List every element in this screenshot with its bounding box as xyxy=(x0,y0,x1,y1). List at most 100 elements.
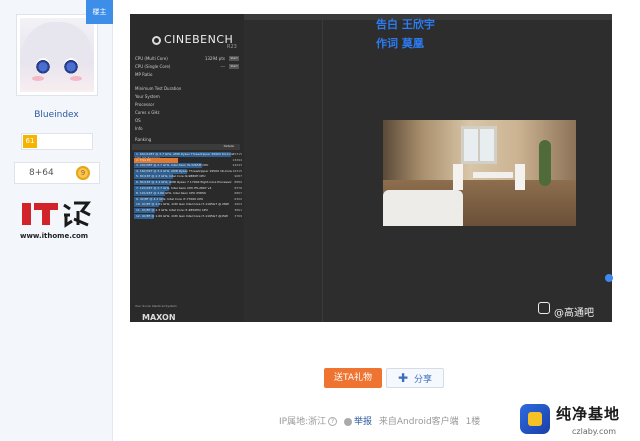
user-stats: 8+64 9 xyxy=(14,162,100,184)
ranking-score: 13294 xyxy=(232,157,242,162)
ranking-details-toggle[interactable]: Details xyxy=(224,144,234,148)
username-link[interactable]: Blueindex xyxy=(0,110,113,120)
ranking-label: 11. 4C/8T @ 2.3 GHz, Intel Core i7-4850H… xyxy=(136,208,208,212)
cinebench-row: Cores x GHz xyxy=(135,110,243,116)
ranking-score: 6867 xyxy=(234,191,242,196)
ranking-row[interactable]: 1. 64C/128T @ 2.7 GHz, AMD Ryzen Threadr… xyxy=(134,152,242,157)
cinebench-row-label: Cores x GHz xyxy=(135,110,160,115)
ranking-label: 9. 4C/8T @ 4.2 GHz, Intel Core i7-7700K … xyxy=(136,196,204,201)
ranking-row[interactable]: 6. 8C/16T @ 3.4 GHz, AMD Ryzen 7 1700X E… xyxy=(134,180,242,185)
ithome-logo xyxy=(22,201,91,228)
site-logo-icon xyxy=(520,404,550,434)
cinebench-row-label: CPU (Multi Core) xyxy=(135,56,168,61)
viewport-splitter xyxy=(322,14,323,322)
cinebench-row-label: CPU (Single Core) xyxy=(135,64,171,69)
cinebench-row-label: Info xyxy=(135,126,143,131)
report-link[interactable]: 举报 xyxy=(354,417,372,427)
cinebench-row-label: MP Ratio xyxy=(135,72,153,77)
send-gift-button[interactable]: 送TA礼物 xyxy=(324,368,382,388)
cinebench-row: Minimum Test Duration xyxy=(135,86,243,92)
maxon-logo: MAXON xyxy=(142,313,176,322)
ranking-label: 12. 4C/8T @ 1.69 GHz, 11th Gen Intel Cor… xyxy=(136,213,228,218)
share-label: 分享 xyxy=(414,375,433,385)
start-button[interactable]: Start xyxy=(229,64,239,69)
share-icon: ✚ xyxy=(397,371,409,385)
cinebench-row-label: Minimum Test Duration xyxy=(135,86,182,91)
thread-starter-badge: 楼主 xyxy=(86,0,113,24)
start-button[interactable]: Start xyxy=(229,56,239,61)
ranking-score: 8378 xyxy=(234,185,242,190)
ranking-dropdown[interactable]: CPU (Multi Core)Details xyxy=(132,144,240,160)
lyric-line-2: 作词 莫凰 xyxy=(376,37,424,50)
post-image[interactable]: CINEBENCH R23 CINEBENCH R23 CPU (Multi C… xyxy=(130,14,612,322)
medal-icon: 9 xyxy=(76,166,90,180)
ranking-row[interactable]: 5. 8C/16T @ 2.3 GHz, Intel Core i9-9880H… xyxy=(134,174,242,180)
ip-location: IP属地:浙江 xyxy=(279,417,327,427)
cinebench-row: Info xyxy=(135,126,243,132)
avatar-image xyxy=(20,18,94,92)
ranking-row[interactable]: 11. 4C/8T @ 2.3 GHz, Intel Core i7-4850H… xyxy=(134,208,242,213)
cinebench-row-value: 13294 pts xyxy=(204,56,225,61)
report-icon xyxy=(344,417,352,426)
cinebench-row: Processor xyxy=(135,102,243,108)
lyric-line-1: 告白 王欣宇 xyxy=(376,18,435,31)
ranking-label: 7. 12C/24T @ 2.7 GHz, Intel Xeon CPU E5-… xyxy=(136,185,212,190)
cinebench-row-label: Ranking xyxy=(135,137,152,142)
level-box: 61 xyxy=(21,133,93,150)
cinebench-row: Ranking xyxy=(135,137,243,143)
ranking-row[interactable]: 2. This PC 13294 xyxy=(134,157,242,163)
floor-number: 1楼 xyxy=(465,417,481,427)
user-stat-value: 8+64 xyxy=(29,168,54,178)
render-preview xyxy=(383,120,576,226)
share-button[interactable]: ✚ 分享 xyxy=(386,368,444,388)
cinebench-version: R23 xyxy=(227,44,237,50)
site-logo: 纯净基地 czlaby.com xyxy=(512,400,640,441)
cinebench-row-value: --- xyxy=(220,64,225,69)
cinebench-logo-icon xyxy=(152,36,161,45)
ranking-row[interactable]: 9. 4C/8T @ 4.2 GHz, Intel Core i7-7700K … xyxy=(134,196,242,202)
ranking-score: 75315 xyxy=(232,152,242,156)
ranking-label: 8. 12C/24T @ 2.66 GHz, Intel Xeon CPU X5… xyxy=(136,191,206,196)
ranking-label: 2. This PC xyxy=(136,157,151,162)
ithome-url: www.ithome.com xyxy=(20,232,89,240)
site-logo-name: 纯净基地 xyxy=(556,405,621,423)
ranking-score: 3891 xyxy=(234,208,242,212)
ranking-score: 3769 xyxy=(234,213,242,218)
cinebench-row-label: Processor xyxy=(135,102,155,107)
cinebench-row: CPU (Multi Core) 13294 pts Start xyxy=(135,56,243,62)
help-icon[interactable]: ? xyxy=(328,417,338,426)
ranking-legend: Your Score Identical System xyxy=(135,304,177,308)
ranking-score: 6302 xyxy=(234,196,242,201)
ranking-row[interactable]: 10. 4C/8T @ 2.81 GHz, 11th Gen Intel Cor… xyxy=(134,202,242,208)
level-badge: 61 xyxy=(23,135,37,148)
ranking-score: 16315 xyxy=(232,168,242,173)
cinebench-row-label: Your System xyxy=(135,94,160,99)
ranking-score: 24243 xyxy=(232,163,242,168)
post-meta: IP属地:浙江? 举报 来自Android客户端 1楼 xyxy=(279,414,480,427)
cinebench-row-label: OS xyxy=(135,118,141,123)
ranking-score: 8889 xyxy=(234,180,242,184)
user-panel: 楼主 Blueindex 61 8+64 9 www.ithome.com xyxy=(0,0,113,441)
cinebench-row: Your System xyxy=(135,94,243,100)
scroll-indicator[interactable] xyxy=(605,274,613,282)
video-watermark-icon xyxy=(538,302,550,314)
ranking-label: 6. 8C/16T @ 3.4 GHz, AMD Ryzen 7 1700X E… xyxy=(136,180,232,184)
cinebench-title: CINEBENCH xyxy=(164,33,234,46)
avatar[interactable] xyxy=(16,14,98,96)
cinebench-row: CPU (Single Core) --- Start xyxy=(135,64,243,70)
ranking-row[interactable]: 4. 16C/32T @ 3.4 GHz, AMD Ryzen Threadri… xyxy=(134,168,242,174)
ranking-score: 9087 xyxy=(234,174,242,179)
ranking-score: 4904 xyxy=(234,202,242,207)
ranking-label: 10. 4C/8T @ 2.81 GHz, 11th Gen Intel Cor… xyxy=(136,202,229,207)
ranking-label: 3. 24C/48T @ 2.7 GHz, Intel Xeon W-3265M… xyxy=(136,163,209,168)
ranking-row[interactable]: 8. 12C/24T @ 2.66 GHz, Intel Xeon CPU X5… xyxy=(134,191,242,197)
ranking-row[interactable]: 3. 24C/48T @ 2.7 GHz, Intel Xeon W-3265M… xyxy=(134,163,242,169)
ranking-label: 4. 16C/32T @ 3.4 GHz, AMD Ryzen Threadri… xyxy=(136,168,232,173)
client-info: 来自Android客户端 xyxy=(378,417,459,427)
cinebench-row: OS xyxy=(135,118,243,124)
ranking-label: 1. 64C/128T @ 2.7 GHz, AMD Ryzen Threadr… xyxy=(136,152,234,156)
ranking-row[interactable]: 12. 4C/8T @ 1.69 GHz, 11th Gen Intel Cor… xyxy=(134,213,242,219)
site-logo-domain: czlaby.com xyxy=(572,427,617,436)
cinebench-row: MP Ratio xyxy=(135,72,243,78)
ranking-row[interactable]: 7. 12C/24T @ 2.7 GHz, Intel Xeon CPU E5-… xyxy=(134,185,242,191)
